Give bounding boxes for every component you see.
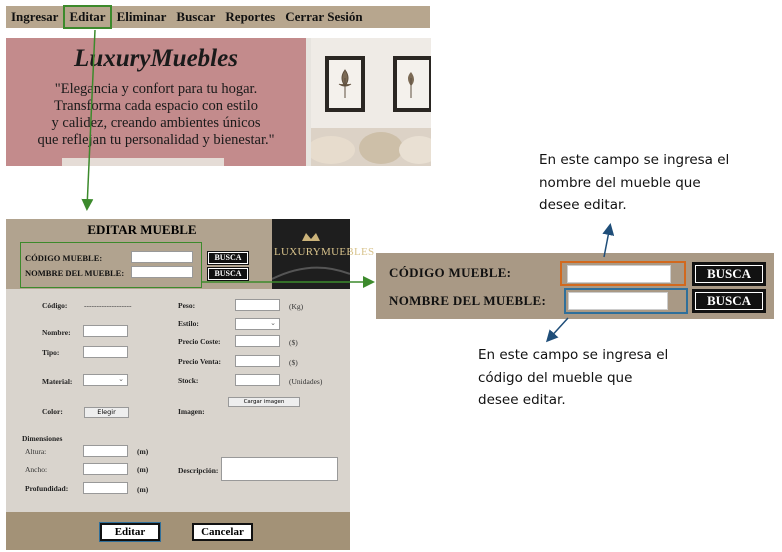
bottom-annotation-arrow	[545, 317, 569, 343]
editar-to-form-arrow	[81, 29, 96, 211]
connector-arrows	[81, 29, 615, 343]
top-annotation-arrow	[602, 223, 615, 258]
